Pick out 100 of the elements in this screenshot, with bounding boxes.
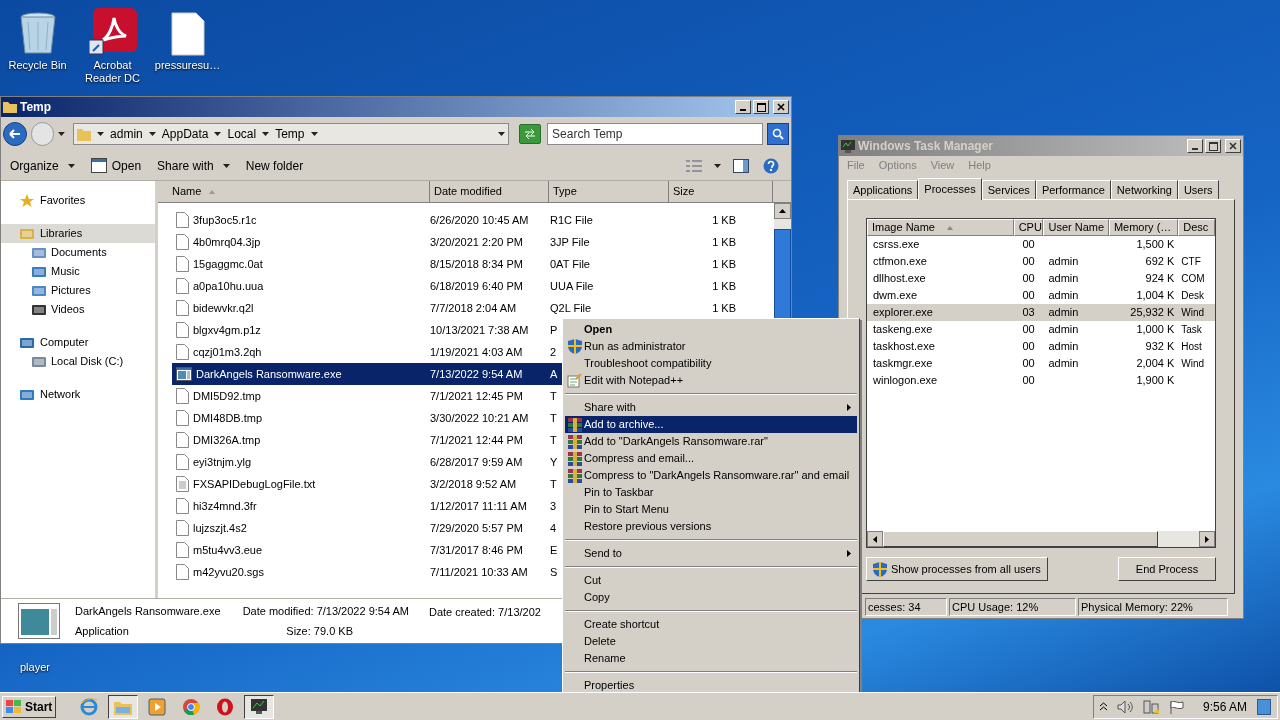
breadcrumb-item[interactable]: admin <box>110 125 143 143</box>
show-all-processes-button[interactable]: Show processes from all users <box>866 557 1048 581</box>
scroll-up-icon[interactable] <box>779 209 786 213</box>
process-row[interactable]: taskhost.exe 00 admin 932 K Host <box>867 338 1215 355</box>
tab[interactable]: Networking <box>1110 180 1178 199</box>
search-button[interactable] <box>767 123 789 145</box>
menu-item[interactable]: Add to archive... <box>565 416 857 433</box>
column-header[interactable]: Memory (… <box>1108 219 1179 236</box>
maximize-button[interactable] <box>753 100 769 114</box>
column-header[interactable]: Date modified <box>430 181 549 202</box>
file-row[interactable]: 3fup3oc5.r1c 6/26/2020 10:45 AM R1C File 1 KB <box>172 209 774 231</box>
menu-item[interactable]: Pin to Taskbar <box>565 484 857 501</box>
column-header[interactable]: Type <box>549 181 669 202</box>
search-field[interactable]: Search Temp <box>547 123 764 145</box>
tab[interactable]: Users <box>1177 180 1219 199</box>
file-row[interactable]: 4b0mrq04.3jp 3/20/2021 2:20 PM 3JP File 1 KB <box>172 231 774 253</box>
menu-item[interactable]: Cut <box>565 572 857 589</box>
tab[interactable]: Processes <box>918 178 982 200</box>
scroll-right-icon[interactable] <box>1205 535 1209 543</box>
preview-pane-icon[interactable] <box>733 158 749 173</box>
address-bar[interactable]: admin AppData Local Temp <box>73 123 510 145</box>
desktop-icon-label[interactable]: player <box>20 659 50 676</box>
menu-item[interactable]: Add to "DarkAngels Ransomware.rar" <box>565 433 857 450</box>
process-row[interactable]: csrss.exe 00 1,500 K <box>867 236 1215 253</box>
desktop-icon-label[interactable]: Acrobat Reader DC <box>75 59 150 85</box>
archive-icon <box>567 451 582 466</box>
column-header[interactable]: Size <box>669 181 773 202</box>
process-row[interactable]: dllhost.exe 00 admin 924 K COM <box>867 270 1215 287</box>
flag-icon[interactable] <box>1168 699 1185 714</box>
chevron-up-icon[interactable] <box>1099 702 1107 711</box>
menu-item[interactable]: Run as administrator <box>565 338 857 355</box>
column-header[interactable]: Desc <box>1178 219 1215 236</box>
desktop-icon-label[interactable]: pressuresu… <box>154 59 221 72</box>
process-row[interactable]: taskeng.exe 00 admin 1,000 K Task <box>867 321 1215 338</box>
horizontal-scrollbar[interactable] <box>867 531 1215 547</box>
taskbar-button[interactable] <box>108 694 139 719</box>
desktop-icon-label[interactable]: Recycle Bin <box>8 59 67 72</box>
minimize-button[interactable] <box>735 100 751 114</box>
network-icon[interactable] <box>1142 699 1159 714</box>
nav-item[interactable]: Favorites <box>1 191 155 210</box>
process-row[interactable]: taskmgr.exe 00 admin 2,004 K Wind <box>867 355 1215 372</box>
toolbar-button[interactable]: Open <box>85 153 147 178</box>
nav-item[interactable]: Computer <box>1 333 155 352</box>
menu-item[interactable]: Create shortcut <box>565 616 857 633</box>
scroll-left-icon[interactable] <box>873 535 877 543</box>
process-row[interactable]: dwm.exe 00 admin 1,004 K Desk <box>867 287 1215 304</box>
menu-item[interactable]: Delete <box>565 633 857 650</box>
nav-item[interactable]: Videos <box>1 300 155 319</box>
menu-item[interactable]: Share with <box>565 399 857 416</box>
toolbar-button[interactable]: Share with <box>152 153 235 178</box>
close-button[interactable] <box>1225 139 1241 153</box>
nav-item[interactable]: Documents <box>1 243 155 262</box>
menu-item[interactable]: Copy <box>565 589 857 606</box>
size-cell: 1 KB <box>712 213 736 226</box>
toolbar-button[interactable]: New folder <box>240 153 309 178</box>
menu-item[interactable]: Send to <box>565 545 857 562</box>
toolbar-button[interactable]: Organize <box>5 153 80 178</box>
nav-item[interactable]: Local Disk (C:) <box>1 352 155 371</box>
close-button[interactable] <box>773 100 789 114</box>
help-icon[interactable] <box>763 157 779 174</box>
process-row[interactable]: explorer.exe 03 admin 25,932 K Wind <box>867 304 1215 321</box>
clock[interactable]: 9:56 AM <box>1202 697 1247 716</box>
taskbar-button[interactable] <box>244 694 275 719</box>
monitor-icon <box>250 698 269 715</box>
nav-item[interactable]: Pictures <box>1 281 155 300</box>
start-button[interactable]: Start <box>2 695 57 718</box>
breadcrumb-item[interactable]: AppData <box>161 125 209 143</box>
tab[interactable]: Services <box>981 180 1036 199</box>
menu-item[interactable]: Rename <box>565 650 857 667</box>
minimize-button[interactable] <box>1187 139 1203 153</box>
breadcrumb-item[interactable]: Temp <box>275 125 305 143</box>
column-header[interactable]: Image Name <box>867 219 1014 236</box>
end-process-button[interactable]: End Process <box>1118 557 1216 581</box>
menu-item[interactable]: Restore previous versions <box>565 518 857 535</box>
file-row[interactable]: 15gaggmc.0at 8/15/2018 8:34 PM 0AT File 1 KB <box>172 253 774 275</box>
speaker-icon[interactable] <box>1116 699 1133 714</box>
file-row[interactable]: a0pa10hu.uua 6/18/2019 6:40 PM UUA File 1 KB <box>172 275 774 297</box>
menu-item[interactable]: Pin to Start Menu <box>565 501 857 518</box>
menu-item[interactable]: Compress to "DarkAngels Ransomware.rar" and email <box>565 467 857 484</box>
media-player-icon <box>148 697 167 716</box>
process-row[interactable]: winlogon.exe 00 1,900 K <box>867 372 1215 389</box>
back-button[interactable] <box>3 122 27 146</box>
tab[interactable]: Applications <box>847 180 919 199</box>
tab[interactable]: Performance <box>1035 180 1111 199</box>
nav-item[interactable]: Network <box>1 385 155 404</box>
nav-item[interactable]: Libraries <box>1 224 155 243</box>
menu-item[interactable]: Open <box>565 321 857 338</box>
file-row[interactable]: bidewvkr.q2l 7/7/2018 2:04 AM Q2L File 1 KB <box>172 297 774 319</box>
menu-item[interactable]: Properties <box>565 677 857 694</box>
breadcrumb-item[interactable]: Local <box>227 125 257 143</box>
nav-item[interactable]: Music <box>1 262 155 281</box>
column-header[interactable]: CPU <box>1013 219 1044 236</box>
process-row[interactable]: ctfmon.exe 00 admin 692 K CTF <box>867 253 1215 270</box>
file-icon <box>176 212 189 228</box>
maximize-button[interactable] <box>1205 139 1221 153</box>
show-desktop-button[interactable] <box>1257 698 1271 715</box>
menu-item[interactable]: Compress and email... <box>565 450 857 467</box>
column-header[interactable]: User Name <box>1043 219 1109 236</box>
refresh-button[interactable] <box>519 124 542 144</box>
column-header[interactable]: Name <box>158 181 430 202</box>
